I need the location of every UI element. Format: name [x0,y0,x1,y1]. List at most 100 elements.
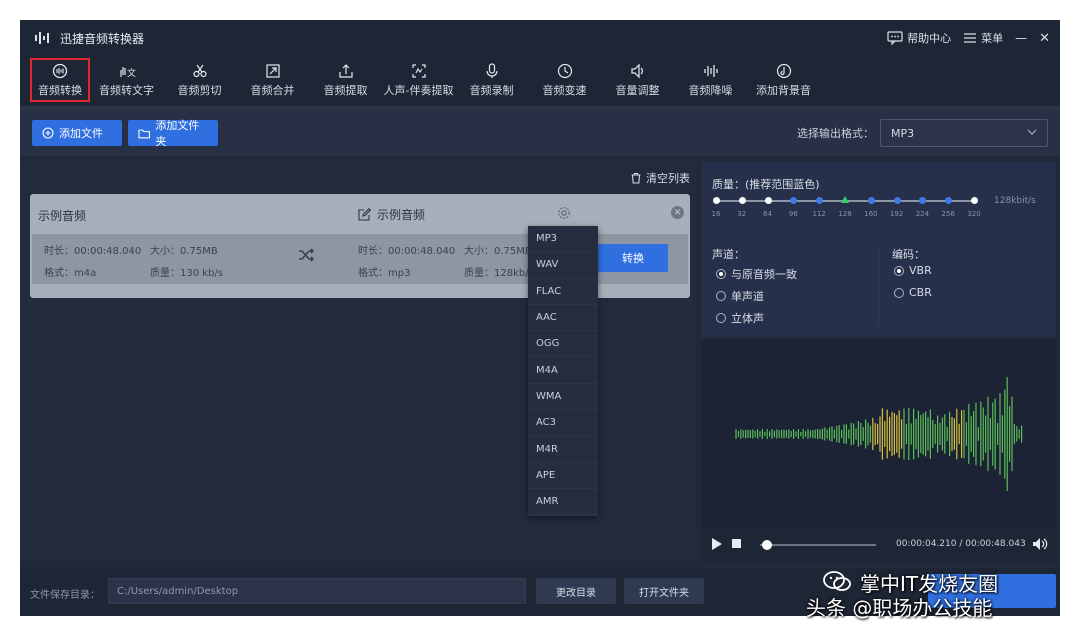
settings-panel: 质量：(推荐范围蓝色) 16 32 64 96 112 128 160 192 224 256 32… [702,162,1056,337]
bitrate-tick-dot[interactable] [790,197,798,204]
hand-text-icon: 文 [118,63,136,79]
codec-option-label: VBR [909,264,932,277]
open-folder-button[interactable]: 打开文件夹 [624,578,704,604]
playback-progress-track[interactable] [760,544,876,546]
trash-icon [631,172,641,184]
save-dir-field[interactable]: C:/Users/admin/Desktop [108,578,526,604]
source-size: 大小：0.75MB [150,246,218,257]
tool-audio-to-text[interactable]: 文 音频转文字 [90,58,163,102]
menu-button[interactable]: 菜单 [963,30,1003,46]
bitrate-tick-label: 160 [864,210,878,218]
radio-icon [716,269,726,279]
format-option[interactable]: MP3 [528,226,598,253]
audio-player: 00:00:04.210 / 00:00:48.043 [702,528,1056,562]
minimize-button[interactable]: — [1015,31,1027,45]
waveform-display [702,340,1056,528]
bitrate-tick-dot[interactable] [971,197,978,204]
bitrate-tick-dot[interactable] [893,197,901,204]
bitrate-tick-label: 112 [812,210,826,218]
clock-icon [556,63,574,79]
codec-option-cbr[interactable]: CBR [894,286,932,299]
bitrate-tick-dot[interactable] [919,197,927,204]
bitrate-tick-dot[interactable] [841,196,849,203]
close-button[interactable]: ✕ [1039,31,1050,46]
add-folder-button[interactable]: 添加文件夹 [128,119,218,148]
chat-help-icon [887,31,903,45]
format-option[interactable]: AMR [528,489,598,516]
codec-option-label: CBR [909,286,932,299]
format-option[interactable]: WAV [528,252,598,279]
tool-noise-reduction[interactable]: 音频降噪 [674,58,747,102]
tool-audio-speed[interactable]: 音频变速 [528,58,601,102]
bitrate-tick-dot[interactable] [816,197,824,204]
format-option[interactable]: AAC [528,305,598,332]
file-list-panel: 清空列表 示例音频 示例音频 ✕ 时长：00:00:48.040 大小：0.75… [20,162,696,562]
quality-label: 质量：(推荐范围蓝色) [712,178,820,191]
hamburger-icon [964,33,977,43]
format-option[interactable]: FLAC [528,279,598,305]
format-option[interactable]: WMA [528,384,598,411]
channel-option-label: 与原音频一致 [731,268,797,281]
watermark-line2: 头条 @职场办公技能 [806,596,993,620]
tool-audio-cut[interactable]: 音频剪切 [163,58,236,102]
action-bar: 添加文件 添加文件夹 选择输出格式： MP3 [20,110,1060,156]
music-add-icon [775,63,793,79]
channel-option-stereo[interactable]: 立体声 [716,310,764,326]
settings-gear-icon[interactable] [557,206,571,220]
format-option[interactable]: M4A [528,357,598,384]
channel-option-original[interactable]: 与原音频一致 [716,266,797,282]
play-icon[interactable] [712,538,722,550]
speaker-icon [629,63,647,79]
bitrate-tick-dot[interactable] [713,197,720,204]
bitrate-slider[interactable] [713,196,978,204]
microphone-icon [483,62,501,79]
bitrate-tick-label: 256 [941,210,955,218]
denoise-icon [702,63,720,79]
convert-button[interactable]: 转换 [598,244,668,272]
radio-icon [894,265,904,276]
bitrate-value: 128kbit/s [994,196,1036,206]
plus-circle-icon [42,127,54,139]
clear-list-label: 清空列表 [646,172,690,185]
tool-add-background-music[interactable]: 添加背景音 [747,58,820,102]
bitrate-tick-label: 128 [838,210,852,218]
rename-target-button[interactable]: 示例音频 [358,206,425,223]
format-option[interactable]: M4R [528,436,598,463]
bitrate-tick-dot[interactable] [945,197,953,204]
edit-icon [358,208,371,221]
tool-audio-extract[interactable]: 音频提取 [309,58,382,102]
bitrate-tick-dot[interactable] [867,197,875,204]
channel-option-mono[interactable]: 单声道 [716,288,764,304]
output-format-select[interactable]: MP3 [880,119,1048,147]
svg-text:文: 文 [127,67,136,79]
add-file-label: 添加文件 [59,127,103,140]
help-center-button[interactable]: 帮助中心 [887,30,951,46]
change-dir-button[interactable]: 更改目录 [536,578,616,604]
format-option[interactable]: OGG [528,331,598,358]
bitrate-tick-dot[interactable] [738,197,746,204]
format-option[interactable]: AC3 [528,410,598,437]
remove-file-icon[interactable]: ✕ [671,206,684,219]
format-option[interactable]: APE [528,463,598,489]
clear-list-button[interactable]: 清空列表 [630,170,690,186]
stop-icon[interactable] [732,539,741,548]
playback-progress-knob[interactable] [762,540,773,550]
app-logo-icon [30,30,54,46]
codec-option-vbr[interactable]: VBR [894,264,932,277]
tool-label: 音频合并 [250,83,295,97]
tool-vocal-extract[interactable]: 人声-伴奏提取 [382,58,455,102]
tool-audio-convert[interactable]: 音频转换 [30,58,90,102]
upload-icon [337,63,355,79]
settings-divider [878,246,879,326]
output-format-label: 选择输出格式： [797,127,874,140]
tool-volume-adjust[interactable]: 音量调整 [601,58,674,102]
merge-icon [264,63,282,79]
volume-icon[interactable] [1032,537,1048,551]
vocal-icon [410,63,428,79]
tool-audio-merge[interactable]: 音频合并 [236,58,309,102]
bitrate-tick-dot[interactable] [764,197,772,204]
tool-audio-record[interactable]: 音频录制 [455,58,528,102]
watermark: 掌中IT发烧友圈 头条 @职场办公技能 [800,566,1062,622]
add-file-button[interactable]: 添加文件 [32,120,122,146]
target-size: 大小：0.75MB [464,246,532,257]
